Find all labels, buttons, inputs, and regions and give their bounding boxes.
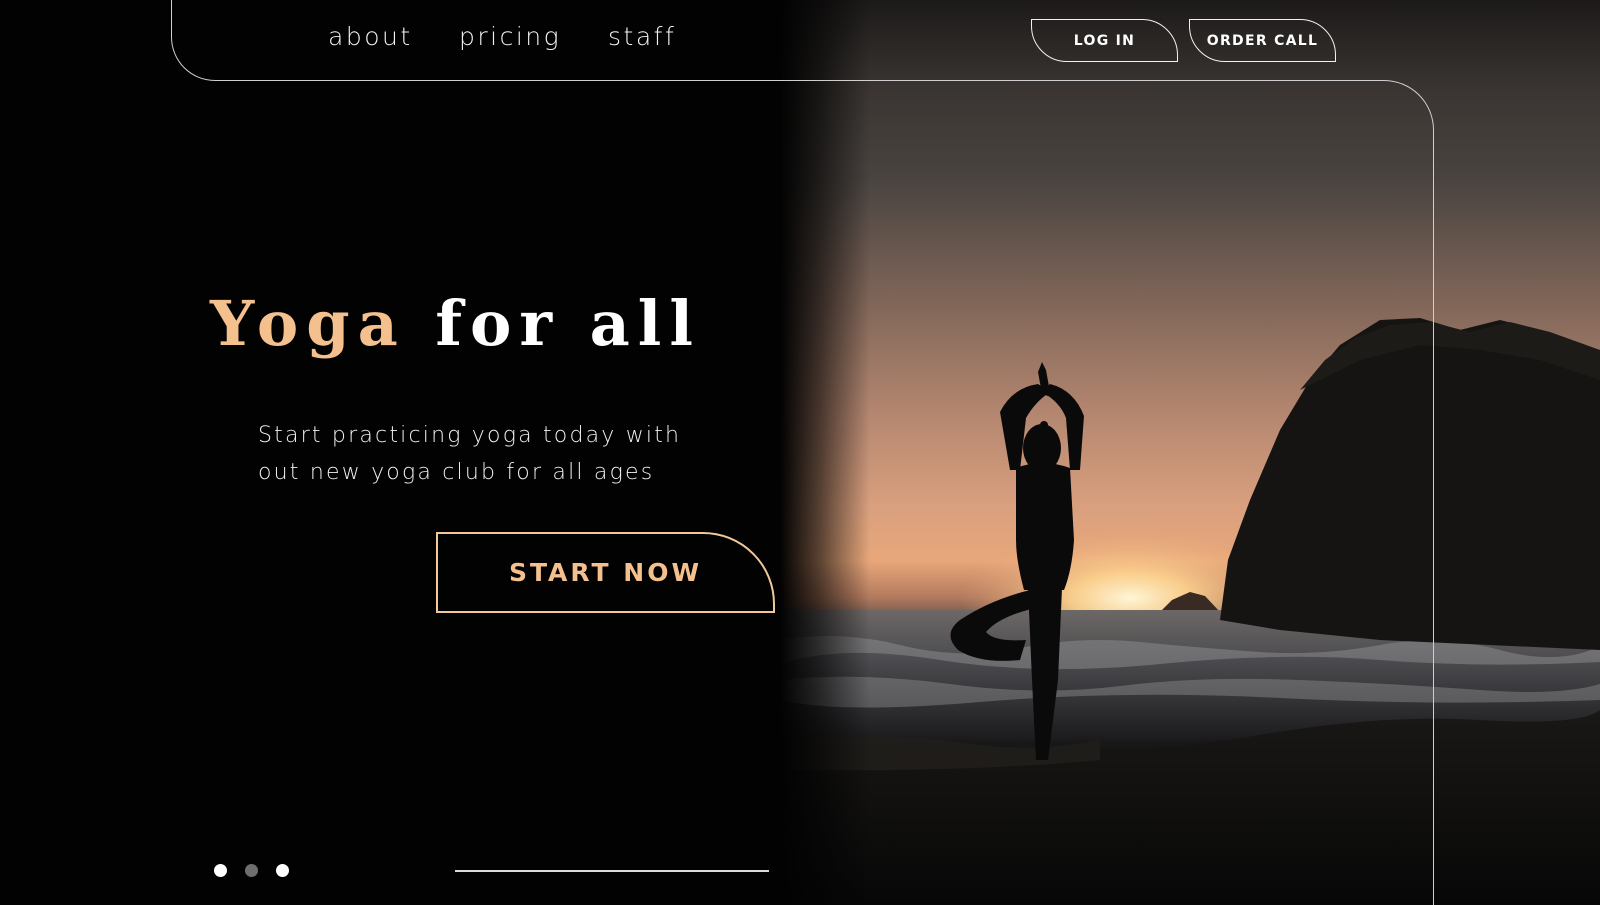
hero-title-rest: for all bbox=[435, 287, 701, 360]
hero-title: Yoga for all bbox=[210, 287, 701, 360]
hero-subtitle-line-1: Start practicing yoga today with bbox=[258, 423, 682, 448]
hero-subtitle: Start practicing yoga today with out new… bbox=[258, 417, 778, 491]
nav-link-about[interactable]: about bbox=[328, 22, 413, 51]
carousel-dots bbox=[214, 864, 289, 877]
landing-page: about pricing staff LOG IN ORDER CALL Yo… bbox=[0, 0, 1600, 905]
order-call-button[interactable]: ORDER CALL bbox=[1189, 19, 1336, 62]
frame-line-right bbox=[1150, 80, 1434, 905]
start-now-button[interactable]: START NOW bbox=[436, 532, 775, 613]
hero-subtitle-line-2: out new yoga club for all ages bbox=[258, 460, 655, 485]
carousel-dot-3[interactable] bbox=[276, 864, 289, 877]
slide-progress-line bbox=[455, 870, 769, 872]
login-button[interactable]: LOG IN bbox=[1031, 19, 1178, 62]
carousel-dot-2[interactable] bbox=[245, 864, 258, 877]
carousel-dot-1[interactable] bbox=[214, 864, 227, 877]
hero-fade-overlay bbox=[780, 0, 870, 905]
nav-link-staff[interactable]: staff bbox=[608, 22, 676, 51]
hero-title-accent: Yoga bbox=[210, 287, 406, 360]
nav-link-pricing[interactable]: pricing bbox=[459, 22, 561, 51]
